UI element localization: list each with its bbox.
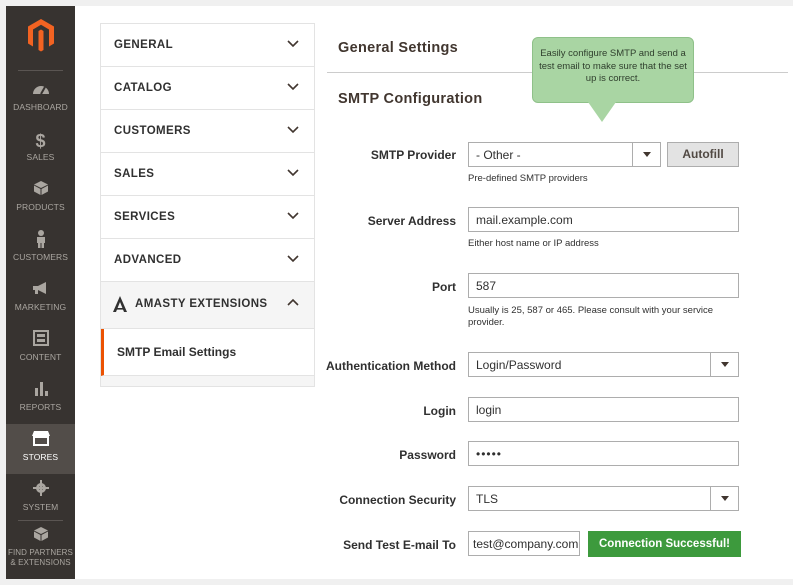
store-icon: [6, 424, 75, 452]
tab-label: SALES: [114, 168, 155, 180]
sidebar-item-label: CUSTOMERS: [12, 252, 69, 262]
port-label: Port: [432, 280, 456, 294]
sidebar-item-label: CONTENT: [19, 352, 62, 362]
smtp-provider-select[interactable]: - Other -: [468, 142, 661, 167]
chevron-down-icon: [287, 83, 299, 91]
tab-customers[interactable]: CUSTOMERS: [101, 110, 314, 153]
port-input[interactable]: 587: [468, 273, 739, 298]
server-address-value: mail.example.com: [476, 213, 573, 227]
sidebar-separator: [18, 520, 63, 521]
connection-security-value: TLS: [476, 492, 499, 506]
connection-successful-button[interactable]: Connection Successful!: [588, 531, 741, 557]
connection-security-label: Connection Security: [339, 493, 456, 507]
chevron-down-icon: [287, 212, 299, 220]
chevron-down-icon: [287, 255, 299, 263]
magento-logo-icon[interactable]: [27, 18, 55, 52]
smtp-provider-label: SMTP Provider: [370, 148, 456, 162]
chevron-down-icon: [287, 169, 299, 177]
sidebar-item-label: STORES: [22, 452, 59, 462]
smtp-provider-value: - Other -: [476, 148, 521, 162]
dashboard-icon: [6, 80, 75, 102]
sidebar-item-find-partners[interactable]: FIND PARTNERS & EXTENSIONS: [6, 526, 75, 576]
auth-method-label: Authentication Method: [326, 359, 456, 373]
server-address-input[interactable]: mail.example.com: [468, 207, 739, 232]
auth-method-select[interactable]: Login/Password: [468, 352, 739, 377]
sidebar-item-label: MARKETING: [14, 302, 67, 312]
chevron-down-icon: [287, 40, 299, 48]
config-tabs: GENERAL CATALOG CUSTOMERS SALES SERVICES…: [100, 23, 315, 387]
cube-icon: [6, 180, 75, 202]
tab-label: CUSTOMERS: [114, 125, 191, 137]
sidebar-item-label: DASHBOARD: [13, 102, 68, 112]
dollar-icon: $: [35, 131, 46, 151]
logo-separator: [18, 70, 63, 71]
port-note: Usually is 25, 587 or 465. Please consul…: [468, 305, 714, 328]
chevron-down-icon: [287, 126, 299, 134]
tab-catalog[interactable]: CATALOG: [101, 67, 314, 110]
tab-general[interactable]: GENERAL: [101, 24, 314, 67]
sidebar-item-stores[interactable]: STORES: [6, 424, 75, 474]
sidebar-item-label: REPORTS: [19, 402, 62, 412]
chevron-down-icon: [710, 353, 738, 376]
chevron-down-icon: [710, 487, 738, 510]
sidebar-item-system[interactable]: SYSTEM: [6, 480, 75, 530]
tab-label: SERVICES: [114, 211, 176, 223]
chevron-up-icon: [287, 298, 299, 306]
admin-sidebar: DASHBOARD $ SALES PRODUCTS CUSTOMERS MAR…: [6, 6, 75, 579]
tabs-footer: [101, 376, 314, 386]
sidebar-item-content[interactable]: CONTENT: [6, 330, 75, 380]
send-test-email-value: test@company.com: [473, 537, 579, 551]
password-input[interactable]: •••••: [468, 441, 739, 466]
sidebar-item-sales[interactable]: $ SALES: [6, 130, 75, 180]
server-address-label: Server Address: [367, 214, 456, 228]
layout-icon: [6, 330, 75, 352]
person-icon: [6, 230, 75, 252]
sidebar-item-products[interactable]: PRODUCTS: [6, 180, 75, 230]
sidebar-item-label: SYSTEM: [22, 502, 59, 512]
tab-amasty-extensions[interactable]: AMASTY EXTENSIONS: [101, 282, 314, 329]
connection-security-select[interactable]: TLS: [468, 486, 739, 511]
login-value: login: [476, 403, 502, 417]
callout-tooltip-tail: [588, 102, 616, 122]
sidebar-item-dashboard[interactable]: DASHBOARD: [6, 80, 75, 130]
tab-label: GENERAL: [114, 39, 174, 51]
sidebar-item-label: SALES: [26, 152, 55, 162]
send-test-label: Send Test E-mail To: [343, 538, 456, 552]
page-title: General Settings: [338, 40, 459, 56]
callout-tooltip: Easily configure SMTP and send a test em…: [532, 37, 694, 103]
bar-chart-icon: [6, 380, 75, 402]
login-label: Login: [423, 404, 456, 418]
tab-label: SMTP Email Settings: [117, 345, 237, 359]
tab-advanced[interactable]: ADVANCED: [101, 239, 314, 282]
sidebar-item-reports[interactable]: REPORTS: [6, 380, 75, 430]
section-title: SMTP Configuration: [338, 91, 483, 107]
tab-label: CATALOG: [114, 82, 172, 94]
tab-smtp-email-settings[interactable]: SMTP Email Settings: [101, 329, 314, 376]
sidebar-item-marketing[interactable]: MARKETING: [6, 280, 75, 330]
amasty-logo-icon: [113, 296, 127, 312]
tab-label: AMASTY EXTENSIONS: [135, 298, 268, 310]
tab-services[interactable]: SERVICES: [101, 196, 314, 239]
chevron-down-icon: [632, 143, 660, 166]
sidebar-item-customers[interactable]: CUSTOMERS: [6, 230, 75, 280]
password-label: Password: [399, 448, 456, 462]
megaphone-icon: [6, 280, 75, 302]
sidebar-item-label: PRODUCTS: [16, 202, 65, 212]
autofill-button[interactable]: Autofill: [667, 142, 739, 167]
auth-method-value: Login/Password: [476, 358, 562, 372]
tab-sales[interactable]: SALES: [101, 153, 314, 196]
port-value: 587: [476, 279, 497, 293]
server-address-note: Either host name or IP address: [468, 238, 599, 249]
password-value: •••••: [476, 447, 503, 461]
box-icon: [6, 526, 75, 548]
sidebar-item-label: FIND PARTNERS & EXTENSIONS: [7, 548, 73, 567]
gear-icon: [6, 480, 75, 502]
login-input[interactable]: login: [468, 397, 739, 422]
smtp-provider-note: Pre-defined SMTP providers: [468, 173, 588, 184]
send-test-email-input[interactable]: test@company.com: [468, 531, 580, 556]
tab-label: ADVANCED: [114, 254, 182, 266]
